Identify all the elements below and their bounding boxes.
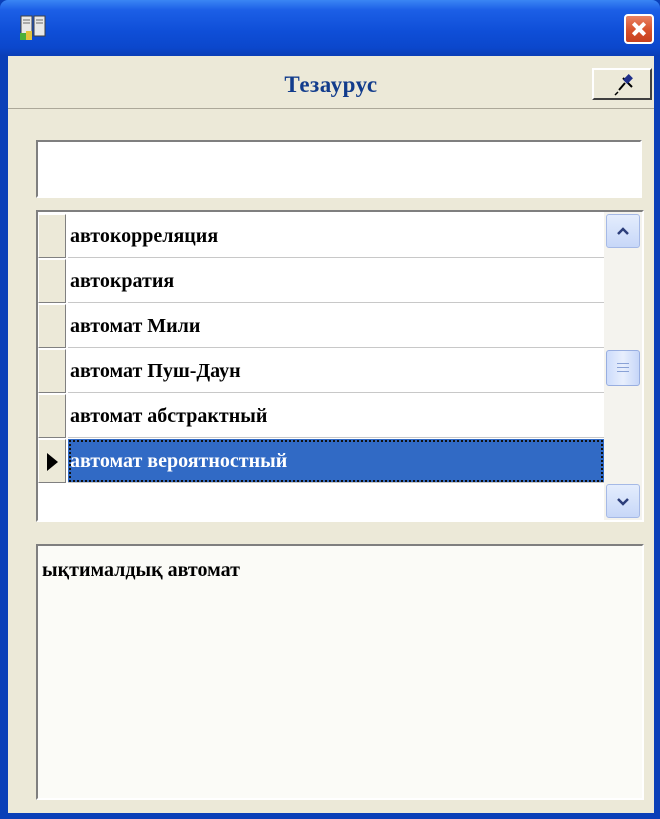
list-item-label: автокорреляция <box>68 214 604 258</box>
current-row-arrow-icon <box>47 453 58 471</box>
book-icon <box>20 15 46 40</box>
scroll-down-button[interactable] <box>606 484 640 518</box>
title-bar[interactable] <box>0 0 660 56</box>
row-selector[interactable] <box>38 259 66 303</box>
pin-icon <box>614 74 633 96</box>
row-selector[interactable] <box>38 439 66 483</box>
list-item-label: автомат абстрактный <box>68 394 604 438</box>
list-item-label: автократия <box>68 259 604 303</box>
chevron-up-icon <box>617 227 629 235</box>
row-selector[interactable] <box>38 214 66 258</box>
vertical-scrollbar[interactable] <box>604 212 642 520</box>
row-selector[interactable] <box>38 394 66 438</box>
window-caption: Тезаурус <box>284 72 378 97</box>
grip-line <box>617 371 629 372</box>
term-list[interactable]: автокорреляция автократия автомат Мили а… <box>36 210 644 522</box>
list-item[interactable]: автомат Пуш-Даун <box>38 349 604 394</box>
close-button[interactable] <box>624 14 654 44</box>
list-item-selected[interactable]: автомат вероятностный <box>38 439 604 484</box>
search-input[interactable] <box>36 140 642 198</box>
row-selector[interactable] <box>38 304 66 348</box>
scroll-thumb[interactable] <box>606 350 640 386</box>
list-item[interactable]: автомат Мили <box>38 304 604 349</box>
scroll-up-button[interactable] <box>606 214 640 248</box>
pin-button[interactable] <box>592 68 652 100</box>
chevron-down-icon <box>617 498 629 506</box>
list-item[interactable]: автокорреляция <box>38 214 604 259</box>
list-item[interactable]: автомат абстрактный <box>38 394 604 439</box>
row-selector[interactable] <box>38 349 66 393</box>
list-item-label: автомат вероятностный <box>68 439 604 483</box>
grip-line <box>617 363 629 364</box>
list-item-label: автомат Мили <box>68 304 604 348</box>
term-rows: автокорреляция автократия автомат Мили а… <box>38 214 604 484</box>
window-client-area: Тезаурус автокорреляция автократия автом… <box>8 56 654 813</box>
grip-line <box>617 367 629 368</box>
caption-bar: Тезаурус <box>8 64 654 109</box>
thesaurus-window: Тезаурус автокорреляция автократия автом… <box>0 0 660 819</box>
list-item[interactable]: автократия <box>38 259 604 304</box>
translation-text[interactable]: ықтималдық автомат <box>36 544 644 800</box>
list-item-label: автомат Пуш-Даун <box>68 349 604 393</box>
